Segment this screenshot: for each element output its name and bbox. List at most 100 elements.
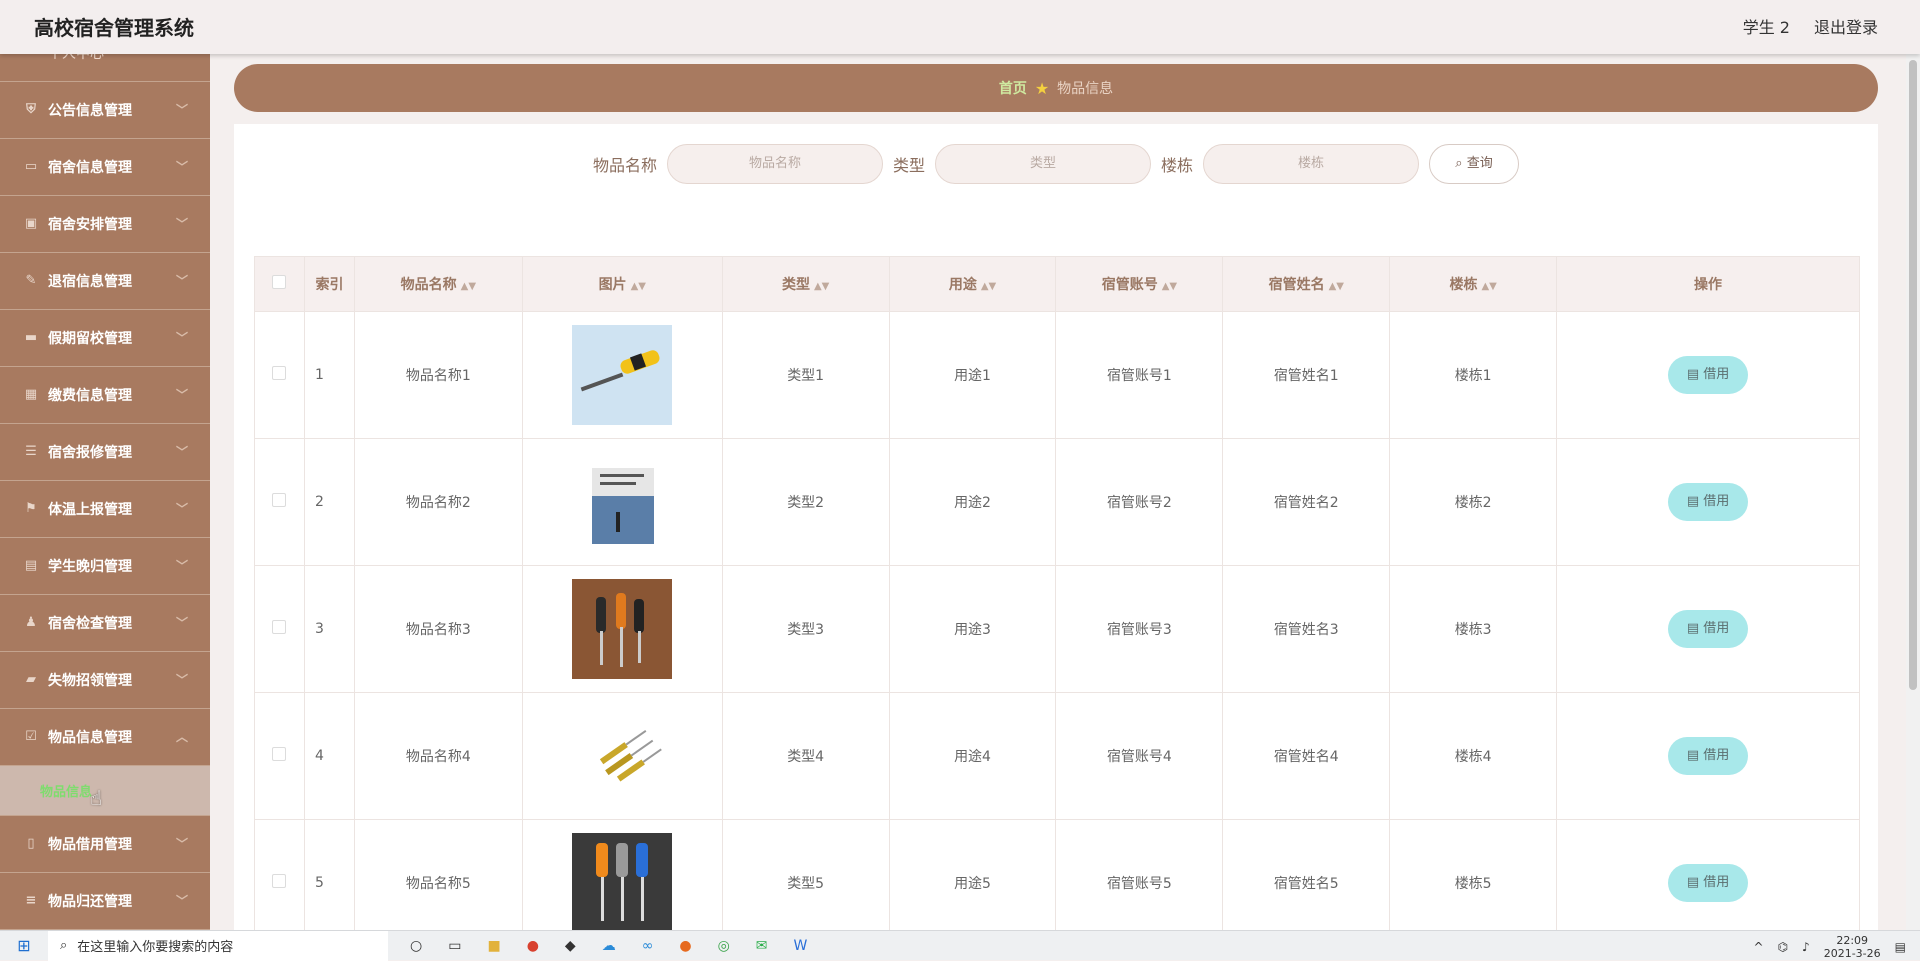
table-row: 2 物品名称2 类型2 用途2 宿管账号2 宿管姓名2 楼栋2 ▤ 借用	[254, 438, 1860, 566]
logout-link[interactable]: 退出登录	[1814, 14, 1878, 38]
sidebar-item[interactable]: ≡ 物品归还管理 ﹀	[0, 873, 210, 930]
borrow-button[interactable]: ▤ 借用	[1668, 356, 1749, 394]
row-checkbox[interactable]	[272, 493, 287, 507]
cell-type: 类型2	[721, 438, 890, 566]
cell-index: 3	[303, 565, 355, 693]
cell-building: 楼栋3	[1389, 565, 1558, 693]
firefox-icon[interactable]: ●	[679, 938, 691, 954]
sidebar-item[interactable]: ⚑ 体温上报管理 ﹀	[0, 481, 210, 538]
col-name[interactable]: 物品名称 ▲▼	[353, 256, 523, 312]
sidebar-item[interactable]: ♟ 宿舍检查管理 ﹀	[0, 595, 210, 652]
cortana-icon[interactable]: ○	[410, 938, 422, 954]
qq-icon[interactable]: ◆	[565, 938, 576, 954]
sidebar-item[interactable]: ▦ 缴费信息管理 ﹀	[0, 367, 210, 424]
sidebar-item[interactable]: ▣ 宿舍安排管理 ﹀	[0, 196, 210, 253]
row-checkbox[interactable]	[272, 366, 287, 380]
sidebar-subitem-item-info[interactable]: 物品信息 ☝	[0, 766, 210, 816]
sidebar-item-label: 公告信息管理	[48, 103, 132, 119]
sidebar-item[interactable]: ☑ 物品信息管理 ︿	[0, 709, 210, 766]
row-checkbox[interactable]	[272, 747, 287, 761]
sort-icon[interactable]: ▲▼	[1329, 281, 1344, 292]
cell-building: 楼栋1	[1389, 311, 1558, 439]
item-image[interactable]	[523, 706, 722, 806]
sidebar-item[interactable]: ✎ 退宿信息管理 ﹀	[0, 253, 210, 310]
sidebar-item[interactable]: ▯ 物品借用管理 ﹀	[0, 816, 210, 873]
item-image[interactable]	[523, 579, 722, 679]
sort-icon[interactable]: ▲▼	[631, 281, 646, 292]
chevron-down-icon: ﹀	[175, 445, 188, 459]
document-icon: ▤	[1686, 494, 1704, 509]
breadcrumb-home[interactable]: 首页	[999, 78, 1027, 98]
col-building[interactable]: 楼栋 ▲▼	[1389, 256, 1558, 312]
chevron-down-icon: ﹀	[175, 388, 188, 402]
borrow-button[interactable]: ▤ 借用	[1668, 610, 1749, 648]
file-explorer-icon[interactable]: ■	[487, 938, 500, 954]
windows-start-icon[interactable]: ⊞	[0, 931, 48, 961]
sidebar-item[interactable]: ▤ 学生晚归管理 ﹀	[0, 538, 210, 595]
cell-type: 类型5	[721, 819, 890, 947]
borrow-button[interactable]: ▤ 借用	[1668, 483, 1749, 521]
borrow-button[interactable]: ▤ 借用	[1668, 864, 1749, 902]
sidebar-item[interactable]: ▬ 假期留校管理 ﹀	[0, 310, 210, 367]
sidebar-item-personal-center-partial[interactable]: 个人中心	[0, 54, 210, 82]
building-filter-input[interactable]: 楼栋	[1203, 144, 1420, 184]
sidebar-item[interactable]: ☰ 宿舍报修管理 ﹀	[0, 424, 210, 481]
baidu-netdisk-icon[interactable]: ∞	[642, 938, 654, 954]
current-user[interactable]: 学生 2	[1743, 14, 1790, 38]
app-title: 高校宿舍管理系统	[34, 16, 194, 40]
sidebar-item[interactable]: ⛨ 公告信息管理 ﹀	[0, 82, 210, 139]
chevron-down-icon: ﹀	[175, 559, 188, 573]
item-image[interactable]	[523, 452, 722, 552]
item-image[interactable]	[523, 325, 722, 425]
cell-index: 1	[303, 311, 355, 439]
borrow-button[interactable]: ▤ 借用	[1668, 737, 1749, 775]
row-checkbox[interactable]	[272, 874, 287, 888]
chevron-up-icon: ︿	[175, 730, 188, 744]
task-view-icon[interactable]: ▭	[448, 938, 461, 954]
sort-icon[interactable]: ▲▼	[461, 281, 476, 292]
cell-account: 宿管账号1	[1055, 311, 1224, 439]
sidebar-item[interactable]: ▭ 宿舍信息管理 ﹀	[0, 139, 210, 196]
sidebar-subitem-label: 物品信息	[40, 785, 93, 800]
col-use[interactable]: 用途 ▲▼	[888, 256, 1057, 312]
name-filter-input[interactable]: 物品名称	[666, 144, 883, 184]
sort-icon[interactable]: ▲▼	[814, 281, 829, 292]
col-type[interactable]: 类型 ▲▼	[721, 256, 890, 312]
chevron-down-icon: ﹀	[175, 160, 188, 174]
table-row: 1 物品名称1 类型1 用途1 宿管账号1 宿管姓名1 楼栋1 ▤ 借用	[254, 311, 1860, 439]
sort-icon[interactable]: ▲▼	[1481, 281, 1496, 292]
scroll-thumb[interactable]	[1909, 60, 1917, 690]
cell-image	[521, 565, 723, 693]
sidebar-item-label: 缴费信息管理	[48, 388, 132, 404]
name-filter-label: 物品名称	[592, 156, 657, 175]
check-square-icon: ☑	[25, 729, 37, 744]
cloud-app-icon[interactable]: ☁	[602, 938, 616, 954]
wps-icon[interactable]: W	[794, 938, 808, 954]
table-row: 4 物品名称4 类型4 用途4 宿管账号4 宿管姓名4 楼栋4 ▤ 借用	[254, 692, 1860, 820]
item-image[interactable]	[523, 833, 722, 933]
sidebar-item[interactable]: ▰ 失物招领管理 ﹀	[0, 652, 210, 709]
sidebar-item-label: 宿舍报修管理	[48, 445, 132, 461]
chevron-down-icon: ﹀	[175, 502, 188, 516]
col-image[interactable]: 图片 ▲▼	[521, 256, 723, 312]
volume-icon[interactable]: ♪	[1802, 940, 1810, 954]
taskbar-search-box[interactable]: ⌕ 在这里输入你要搜索的内容	[48, 930, 388, 961]
browser-icon[interactable]: ◎	[718, 938, 730, 954]
clock[interactable]: 22:09 2021-3-26	[1824, 934, 1881, 960]
search-button[interactable]: ⌕ 查询	[1429, 144, 1520, 184]
type-filter-input[interactable]: 类型	[935, 144, 1151, 184]
chevron-down-icon: ﹀	[175, 894, 188, 908]
sort-icon[interactable]: ▲▼	[1162, 281, 1177, 292]
wechat-icon[interactable]: ✉	[756, 938, 768, 954]
select-all-checkbox[interactable]	[272, 275, 287, 289]
chrome-icon[interactable]: ●	[527, 938, 539, 954]
tray-arrow-icon[interactable]: ^	[1754, 940, 1764, 954]
notification-icon[interactable]: ▤	[1895, 940, 1906, 954]
network-icon[interactable]: ⌬	[1778, 940, 1788, 954]
col-manager[interactable]: 宿管姓名 ▲▼	[1222, 256, 1391, 312]
vertical-scrollbar[interactable]	[1906, 54, 1920, 930]
row-checkbox[interactable]	[272, 620, 287, 634]
cell-use: 用途3	[888, 565, 1057, 693]
col-account[interactable]: 宿管账号 ▲▼	[1055, 256, 1224, 312]
sort-icon[interactable]: ▲▼	[981, 281, 996, 292]
